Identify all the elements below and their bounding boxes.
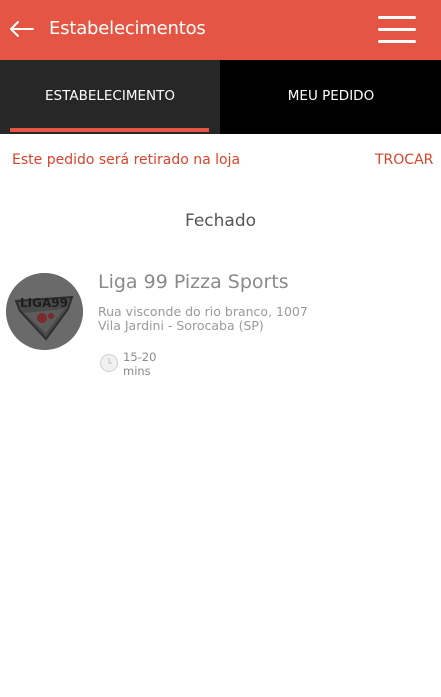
pickup-message: Este pedido será retirado na loja	[12, 152, 241, 168]
delivery-time-unit: mins	[123, 364, 151, 378]
store-address-line2: Vila Jardini - Sorocaba (SP)	[98, 318, 264, 333]
tab-label: MEU PEDIDO	[287, 88, 375, 104]
tab-label: ESTABELECIMENTO	[45, 88, 175, 104]
hamburger-menu-icon	[378, 16, 416, 19]
clock-icon	[99, 353, 119, 373]
liga99-logo-icon: LIGA99	[6, 273, 83, 350]
store-logo: LIGA99	[6, 273, 83, 350]
menu-button[interactable]	[374, 12, 418, 48]
back-button[interactable]	[6, 14, 36, 44]
logo-text: LIGA99	[20, 296, 68, 310]
change-button[interactable]: TROCAR	[375, 152, 433, 168]
arrow-left-icon	[10, 21, 34, 37]
active-tab-indicator	[10, 128, 209, 132]
store-name: Liga 99 Pizza Sports	[98, 271, 289, 293]
store-card[interactable]: LIGA99 Liga 99 Pizza Sports Rua visconde…	[0, 268, 441, 388]
store-address-line1: Rua visconde do rio branco, 1007	[98, 304, 308, 319]
tab-meu-pedido[interactable]: MEU PEDIDO	[221, 60, 441, 134]
store-status: Fechado	[184, 211, 257, 231]
app-bar: Estabelecimentos	[0, 0, 441, 60]
hamburger-line	[378, 40, 416, 43]
tab-estabelecimento[interactable]: ESTABELECIMENTO	[0, 60, 220, 134]
delivery-time-range: 15-20	[123, 350, 157, 364]
hamburger-line	[378, 28, 416, 31]
page-title: Estabelecimentos	[49, 18, 206, 39]
tab-bar: ESTABELECIMENTO MEU PEDIDO	[0, 60, 441, 134]
